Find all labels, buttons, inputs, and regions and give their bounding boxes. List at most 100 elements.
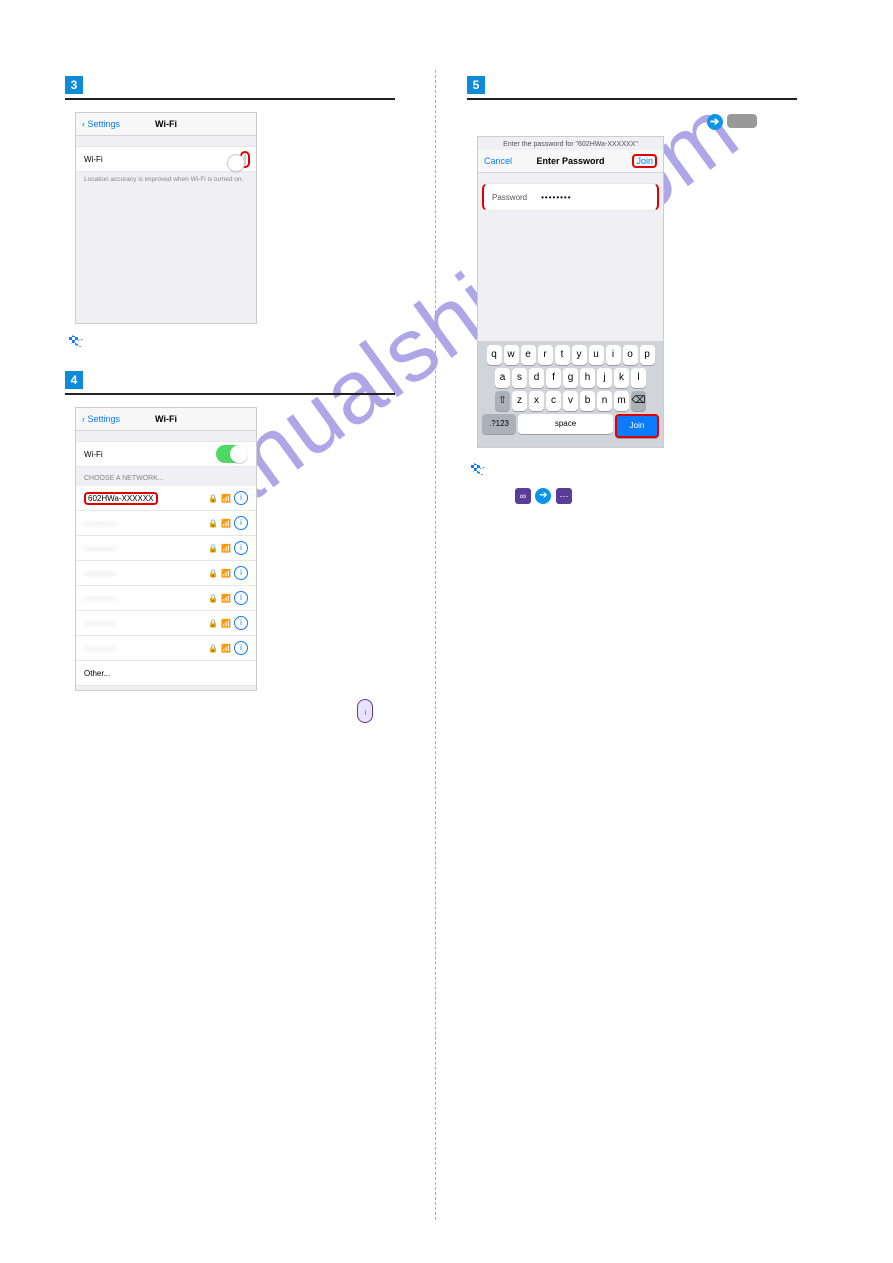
password-label: Password [492,193,527,202]
info-icon[interactable]: i [234,616,248,630]
key-backspace[interactable]: ⌫ [631,391,646,411]
wifi-icon: 📶 [221,569,231,578]
wifi-toggle-row: Wi-Fi [76,441,256,467]
network-row-target[interactable]: 602HWa-XXXXXX 🔒 📶 i [76,486,256,511]
key-s[interactable]: s [512,368,527,388]
key-g[interactable]: g [563,368,578,388]
finish-flag-3 [69,334,395,353]
info-icon[interactable]: i [234,541,248,555]
wifi-row-label: Wi-Fi [84,450,103,459]
key-n[interactable]: n [597,391,612,411]
key-r[interactable]: r [538,345,553,365]
wifi-icon: 📶 [221,594,231,603]
highlight-ssid: 602HWa-XXXXXX [84,492,158,505]
wifi-icon: 📶 [221,619,231,628]
nav-bar: Cancel Enter Password Join [478,150,663,173]
highlight-wifi-toggle [240,151,250,168]
key-d[interactable]: d [529,368,544,388]
info-icon[interactable]: i [234,566,248,580]
step-3-header: 3 [65,76,395,94]
step-4-rule [65,393,395,395]
network-row[interactable]: ———— 🔒📶i [76,611,256,636]
arrow-icon: ➔ [707,114,723,130]
info-icon[interactable]: i [234,516,248,530]
key-l[interactable]: l [631,368,646,388]
redacted-label [727,114,757,128]
key-o[interactable]: o [623,345,638,365]
key-b[interactable]: b [580,391,595,411]
join-button[interactable]: Join [632,154,657,168]
nav-bar: ‹ Settings Wi-Fi [76,113,256,136]
step-5-rule [467,98,797,100]
lock-icon: 🔒 [208,569,218,578]
key-t[interactable]: t [555,345,570,365]
key-shift[interactable]: ⇧ [495,391,510,411]
key-space[interactable]: space [518,414,613,434]
wifi-toggle-off[interactable] [244,154,246,165]
lock-icon: 🔒 [208,519,218,528]
nav-bar: ‹ Settings Wi-Fi [76,408,256,431]
network-row[interactable]: ———— 🔒📶i [76,636,256,661]
lock-icon: 🔒 [208,494,218,503]
choose-network-header: CHOOSE A NETWORK... [76,467,256,486]
back-button[interactable]: ‹ Settings [82,119,120,129]
screenshot-wifi-networks: ‹ Settings Wi-Fi Wi-Fi CHOOSE A NETWORK.… [75,407,257,691]
key-join[interactable]: Join [615,414,659,438]
screenshot-wifi-off: ‹ Settings Wi-Fi Wi-Fi Location accuracy… [75,112,257,324]
step-number-3: 3 [65,76,83,94]
keyboard: q w e r t y u i o p a s d f g h [478,341,663,447]
network-row[interactable]: ———— 🔒📶i [76,561,256,586]
wifi-icon: 📶 [221,519,231,528]
icon-sequence: ∞ ➔ ⋯ [515,487,797,505]
cancel-button[interactable]: Cancel [484,156,512,166]
key-p[interactable]: p [640,345,655,365]
info-icon[interactable]: i [234,491,248,505]
step-number-5: 5 [467,76,485,94]
wifi-icon: 📶 [221,494,231,503]
step-3-rule [65,98,395,100]
info-icon[interactable]: i [234,591,248,605]
key-f[interactable]: f [546,368,561,388]
key-x[interactable]: x [529,391,544,411]
key-a[interactable]: a [495,368,510,388]
key-u[interactable]: u [589,345,604,365]
network-row[interactable]: ———— 🔒📶i [76,586,256,611]
other-network-row[interactable]: Other... [76,661,256,686]
wifi-toggle-on[interactable] [216,445,248,463]
key-z[interactable]: z [512,391,527,411]
info-icon[interactable]: i [234,641,248,655]
arrow-icon: ➔ [535,488,551,504]
wifi-icon: 📶 [221,644,231,653]
key-c[interactable]: c [546,391,561,411]
key-e[interactable]: e [521,345,536,365]
finish-flag-5 [471,462,797,481]
step-4-header: 4 [65,371,395,389]
password-subhead: Enter the password for "602HWa-XXXXXX" [478,137,663,150]
key-q[interactable]: q [487,345,502,365]
lock-icon: 🔒 [208,594,218,603]
key-m[interactable]: m [614,391,629,411]
key-j[interactable]: j [597,368,612,388]
screenshot-enter-password: Enter the password for "602HWa-XXXXXX" C… [477,136,664,448]
wifi-toggle-row: Wi-Fi [76,146,256,172]
step-number-4: 4 [65,371,83,389]
wifi-icon: 📶 [221,544,231,553]
network-row[interactable]: ———— 🔒📶i [76,536,256,561]
key-h[interactable]: h [580,368,595,388]
back-button[interactable]: ‹ Settings [82,414,120,424]
arrow-hint-row: ➔ [467,112,797,130]
key-y[interactable]: y [572,345,587,365]
step-5-header: 5 [467,76,797,94]
password-input[interactable]: •••••••• [527,193,649,202]
key-w[interactable]: w [504,345,519,365]
key-i[interactable]: i [606,345,621,365]
network-row[interactable]: ———— 🔒📶i [76,511,256,536]
link-icon: ∞ [515,488,531,504]
wifi-row-label: Wi-Fi [84,155,103,164]
key-k[interactable]: k [614,368,629,388]
key-v[interactable]: v [563,391,578,411]
key-numeric[interactable]: .?123 [482,414,516,434]
flag-icon [69,334,83,348]
flag-icon [471,462,485,476]
wifi-help-text: Location accuracy is improved when Wi-Fi… [76,172,256,187]
